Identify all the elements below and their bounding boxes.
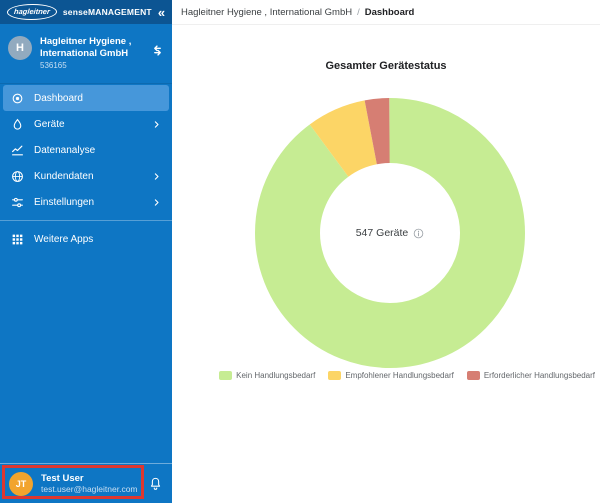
user-avatar: JT [9,471,33,496]
collapse-sidebar-icon[interactable]: « [158,6,167,19]
sidebar-item-label: Einstellungen [34,196,95,208]
legend-swatch-red [466,371,480,380]
sidebar-menu: Dashboard Geräte Datenanalyse Kundendate… [0,84,172,252]
legend-item-erforderlicher-handlungsbedarf[interactable]: Erforderlicher Handlungsbedarf [466,371,595,380]
brand-title: senseMANAGEMENT [62,7,152,17]
breadcrumb-parent[interactable]: Hagleitner Hygiene , International GmbH [181,7,352,18]
breadcrumb: Hagleitner Hygiene , International GmbH … [172,0,600,25]
sidebar-item-kundendaten[interactable]: Kundendaten [3,163,169,189]
sidebar-item-datenanalyse[interactable]: Datenanalyse [3,137,169,163]
sliders-icon [12,197,23,207]
target-icon [12,93,23,103]
sidebar-header: hagleitner senseMANAGEMENT « [0,0,172,24]
sidebar: hagleitner senseMANAGEMENT « H Hagleitne… [0,0,172,503]
device-count: 547 Geräte [355,227,409,239]
legend-label: Erforderlicher Handlungsbedarf [483,371,595,380]
sidebar-item-label: Weitere Apps [34,233,94,245]
chevron-right-icon [154,172,159,180]
legend-label: Kein Handlungsbedarf [236,371,316,380]
sidebar-item-einstellungen[interactable]: Einstellungen [3,189,169,215]
user-email: test.user@hagleitner.com [41,484,138,495]
chart-title: Gesamter Gerätestatus [325,60,447,72]
droplet-icon [13,118,22,130]
sidebar-item-weitere-apps[interactable]: Weitere Apps [3,226,169,252]
breadcrumb-current: Dashboard [364,6,415,18]
account-switcher[interactable]: H Hagleitner Hygiene , International Gmb… [0,24,172,84]
sidebar-item-label: Dashboard [34,92,83,104]
chart-icon [12,145,23,155]
legend-item-empfohlener-handlungsbedarf[interactable]: Empfohlener Handlungsbedarf [328,371,454,380]
sidebar-item-dashboard[interactable]: Dashboard [3,85,169,111]
company-avatar: H [8,36,32,60]
breadcrumb-separator: / [357,6,360,18]
sidebar-item-geraete[interactable]: Geräte [3,111,169,137]
notifications-bell-icon[interactable] [148,476,163,492]
grid-icon [12,234,23,244]
chevron-right-icon [154,120,159,128]
legend-item-kein-handlungsbedarf[interactable]: Kein Handlungsbedarf [219,371,315,380]
legend-swatch-yellow [328,371,342,380]
sidebar-item-label: Datenanalyse [34,144,96,156]
chart-legend: Kein Handlungsbedarf Empfohlener Handlun… [172,371,598,380]
legend-label: Empfohlener Handlungsbedarf [345,371,454,380]
company-id: 536165 [40,60,67,70]
company-name: Hagleitner Hygiene , International GmbH [40,36,132,59]
hagleitner-logo: hagleitner [6,4,58,20]
device-status-donut-chart: 547 Geräte [254,97,526,369]
chevron-right-icon [154,198,159,206]
user-account-bar[interactable]: JT Test User test.user@hagleitner.com [0,463,172,503]
user-name: Test User [41,472,84,484]
globe-icon [12,170,23,182]
sidebar-item-label: Kundendaten [34,170,94,182]
legend-swatch-green [219,371,233,380]
sidebar-item-label: Geräte [34,118,65,130]
info-icon[interactable] [413,228,424,239]
menu-divider [0,220,172,221]
donut-center-label: 547 Geräte [254,97,526,369]
switch-account-icon[interactable] [151,44,164,83]
